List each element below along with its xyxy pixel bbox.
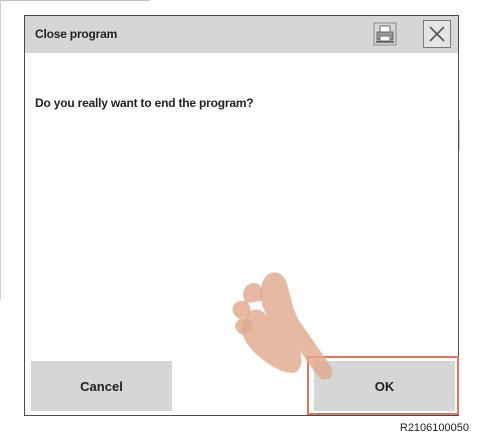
close-button[interactable] [423, 20, 451, 48]
cancel-button[interactable]: Cancel [31, 361, 172, 411]
dialog-title: Close program [35, 27, 118, 41]
page-rule [0, 0, 1, 300]
page-rule [0, 0, 150, 1]
screenshot-canvas: Close program Do you really want to end … [0, 0, 477, 438]
close-program-dialog: Close program Do you really want to end … [24, 15, 459, 416]
print-button[interactable] [371, 21, 399, 47]
close-icon [429, 26, 445, 42]
dialog-message: Do you really want to end the program? [35, 96, 254, 110]
figure-caption: R2106100050 [399, 422, 469, 434]
dialog-titlebar: Close program [25, 16, 458, 53]
page-rule [459, 120, 460, 150]
printer-icon [373, 22, 397, 46]
ok-button[interactable]: OK [314, 361, 455, 411]
